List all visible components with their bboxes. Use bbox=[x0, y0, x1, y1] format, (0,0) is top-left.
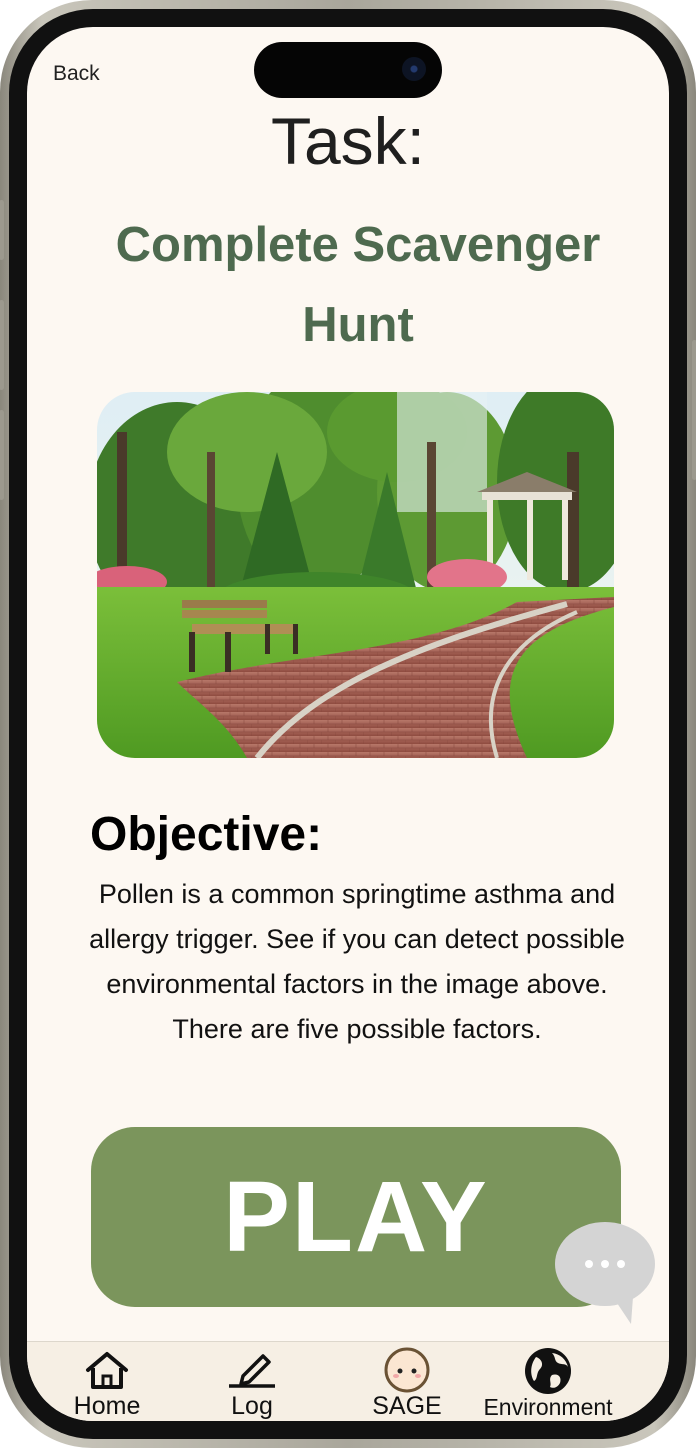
bottom-tab-bar: Home Log SAGE Environment bbox=[27, 1341, 669, 1421]
chat-bubble-icon[interactable] bbox=[553, 1222, 659, 1328]
pencil-icon bbox=[227, 1348, 277, 1393]
tab-log[interactable]: Log bbox=[207, 1342, 297, 1421]
tab-home-label: Home bbox=[73, 1392, 141, 1420]
tab-environment-label: Environment bbox=[483, 1394, 613, 1420]
house-icon bbox=[84, 1350, 130, 1395]
power-button bbox=[692, 340, 696, 480]
dynamic-island bbox=[254, 42, 442, 98]
camera-icon bbox=[402, 57, 426, 81]
back-button[interactable]: Back bbox=[53, 62, 100, 86]
objective-text: Pollen is a common springtime asthma and… bbox=[89, 879, 625, 1044]
tab-home[interactable]: Home bbox=[57, 1342, 157, 1421]
phone-frame: Back Task: Complete Scavenger Hunt Objec… bbox=[0, 0, 696, 1448]
tab-sage[interactable]: SAGE bbox=[357, 1342, 457, 1421]
app-screen: Back Task: Complete Scavenger Hunt Objec… bbox=[27, 27, 669, 1421]
task-heading: Task: bbox=[270, 104, 426, 178]
volume-up-button bbox=[0, 300, 4, 390]
tab-sage-label: SAGE bbox=[372, 1392, 442, 1420]
action-button bbox=[0, 200, 4, 260]
objective-heading: Objective: bbox=[90, 808, 323, 861]
play-button[interactable]: PLAY bbox=[91, 1127, 621, 1307]
park-scene-image bbox=[97, 392, 614, 758]
task-name: Complete Scavenger Hunt bbox=[115, 218, 601, 352]
tab-environment[interactable]: Environment bbox=[475, 1342, 621, 1421]
tab-log-label: Log bbox=[231, 1392, 273, 1420]
volume-down-button bbox=[0, 410, 4, 500]
